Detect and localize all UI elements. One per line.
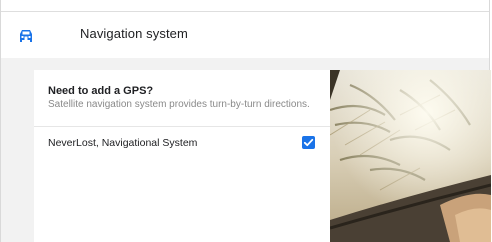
- car-interior-photo: [330, 70, 491, 242]
- photo-illustration: [330, 70, 491, 242]
- option-label: NeverLost, Navigational System: [48, 137, 198, 149]
- neverlost-checkbox[interactable]: [302, 136, 315, 149]
- app-frame: Navigation system Need to add a GPS? Sat…: [0, 0, 491, 242]
- section-header: Navigation system: [1, 12, 489, 58]
- gps-card: Need to add a GPS? Satellite navigation …: [34, 70, 330, 242]
- page-title: Navigation system: [80, 26, 188, 41]
- car-icon: [20, 30, 32, 42]
- gps-description: Satellite navigation system provides tur…: [48, 99, 310, 110]
- top-bar: [1, 0, 489, 12]
- checkmark-icon: [303, 138, 314, 147]
- gps-question: Need to add a GPS?: [48, 85, 154, 97]
- option-row-neverlost[interactable]: NeverLost, Navigational System: [34, 127, 330, 157]
